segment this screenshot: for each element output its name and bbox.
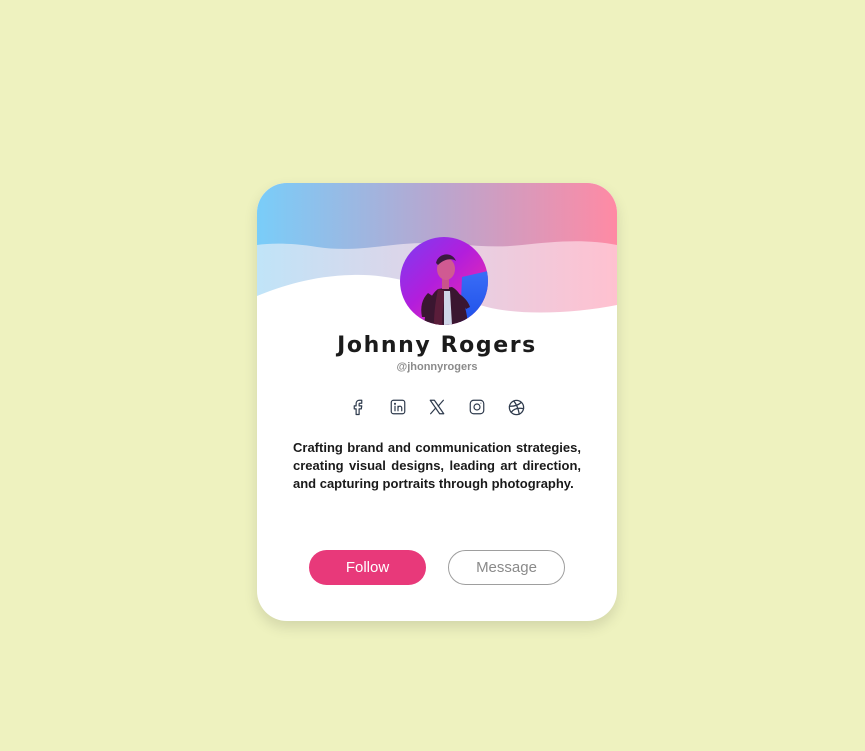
linkedin-link[interactable] (387, 396, 409, 418)
avatar (400, 237, 488, 325)
dribbble-icon (508, 399, 524, 415)
profile-name: Johnny Rogers (337, 333, 537, 358)
dribbble-link[interactable] (505, 396, 527, 418)
instagram-icon (469, 399, 484, 415)
message-button[interactable]: Message (448, 550, 565, 585)
social-links (347, 396, 527, 418)
profile-bio: Crafting brand and communication strateg… (293, 440, 581, 491)
follow-button[interactable]: Follow (309, 550, 426, 585)
facebook-link[interactable] (347, 396, 369, 418)
linkedin-icon (390, 399, 405, 415)
x-link[interactable] (426, 396, 448, 418)
profile-handle: @jhonnyrogers (396, 361, 478, 373)
instagram-link[interactable] (466, 396, 488, 418)
avatar-portrait-image (400, 237, 488, 325)
x-icon (429, 399, 445, 415)
profile-card: Johnny Rogers @jhonnyrogers Crafting bra… (257, 183, 617, 621)
facebook-icon (353, 399, 363, 416)
